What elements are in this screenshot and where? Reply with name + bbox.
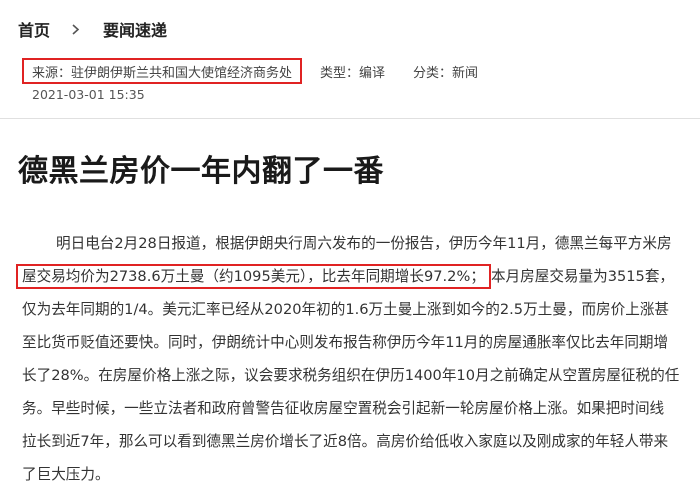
line-text: 了巨大压力。 [22,466,110,483]
article-title: 德黑兰房价一年内翻了一番 [18,154,384,189]
line-text: 明日电台2月28日报道，根据伊朗央行周六发布的一份报告，伊历今年11月，德黑兰每… [56,235,672,252]
breadcrumb-home-link[interactable]: 首页 [18,17,50,41]
paragraph-line: 长了28%。在房屋价格上涨之际，议会要求税务组织在伊历1400年10月之前确定从… [22,359,694,392]
highlighted-price-text: 屋交易均价为2738.6万土曼（约1095美元），比去年同期增长97.2%； [16,264,491,289]
meta-row: 来源：驻伊朗伊斯兰共和国大使馆经济商务处 类型：编译 分类：新闻 [22,58,478,84]
paragraph-line: 屋交易均价为2738.6万土曼（约1095美元），比去年同期增长97.2%； 本月… [16,260,694,293]
line-text: 至比货币贬值还要快。同时，伊朗统计中心则发布报告称伊历今年11月的房屋通胀率仅比… [22,334,669,351]
publish-date: 2021-03-01 15:35 [32,87,145,102]
line-text: 本月房屋交易量为3515套， [490,268,675,285]
line-text: 务。早些时候，一些立法者和政府曾警告征收房屋空置税会引起新一轮房屋价格上涨。如果… [22,400,665,417]
article-source: 来源：驻伊朗伊斯兰共和国大使馆经济商务处 [22,58,303,84]
line-text: 仅为去年同期的1/4。美元汇率已经从2020年初的1.6万土曼上涨到如今的2.5… [22,301,670,318]
header-divider [0,118,700,119]
breadcrumb: 首页 要闻速递 [18,14,167,44]
chevron-right-icon [70,23,81,35]
article-type: 类型：编译 [320,65,386,81]
paragraph-line: 务。早些时候，一些立法者和政府曾警告征收房屋空置税会引起新一轮房屋价格上涨。如果… [22,392,694,425]
paragraph-line: 明日电台2月28日报道，根据伊朗央行周六发布的一份报告，伊历今年11月，德黑兰每… [22,227,694,260]
paragraph-line: 了巨大压力。 [22,458,694,491]
article-category: 分类：新闻 [413,65,479,81]
paragraph-line: 至比货币贬值还要快。同时，伊朗统计中心则发布报告称伊历今年11月的房屋通胀率仅比… [22,326,694,359]
article-meta: 来源：驻伊朗伊斯兰共和国大使馆经济商务处 类型：编译 分类：新闻 2021-03… [22,58,478,102]
line-text: 拉长到近7年，那么可以看到德黑兰房价增长了近8倍。高房价给低收入家庭以及刚成家的… [22,433,669,450]
article-body: 明日电台2月28日报道，根据伊朗央行周六发布的一份报告，伊历今年11月，德黑兰每… [16,227,694,491]
line-text: 长了28%。在房屋价格上涨之际，议会要求税务组织在伊历1400年10月之前确定从… [22,367,680,384]
paragraph-line: 仅为去年同期的1/4。美元汇率已经从2020年初的1.6万土曼上涨到如今的2.5… [22,293,694,326]
paragraph-line: 拉长到近7年，那么可以看到德黑兰房价增长了近8倍。高房价给低收入家庭以及刚成家的… [22,425,694,458]
breadcrumb-current-link[interactable]: 要闻速递 [103,17,167,41]
